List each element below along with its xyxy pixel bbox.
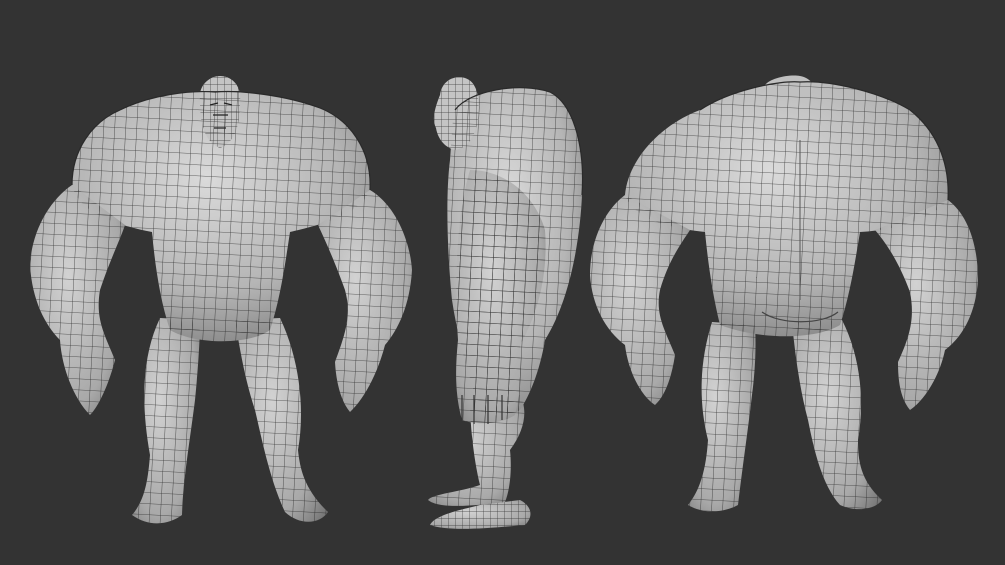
front-wireframe-overlay bbox=[30, 76, 412, 524]
front-view bbox=[30, 76, 412, 524]
back-wireframe-overlay bbox=[590, 81, 978, 512]
character-mesh-scene bbox=[30, 75, 978, 529]
model-turnaround-canvas bbox=[0, 0, 1005, 565]
side-wireframe-overlay bbox=[428, 77, 583, 529]
back-view bbox=[590, 75, 978, 512]
side-view bbox=[428, 77, 584, 529]
